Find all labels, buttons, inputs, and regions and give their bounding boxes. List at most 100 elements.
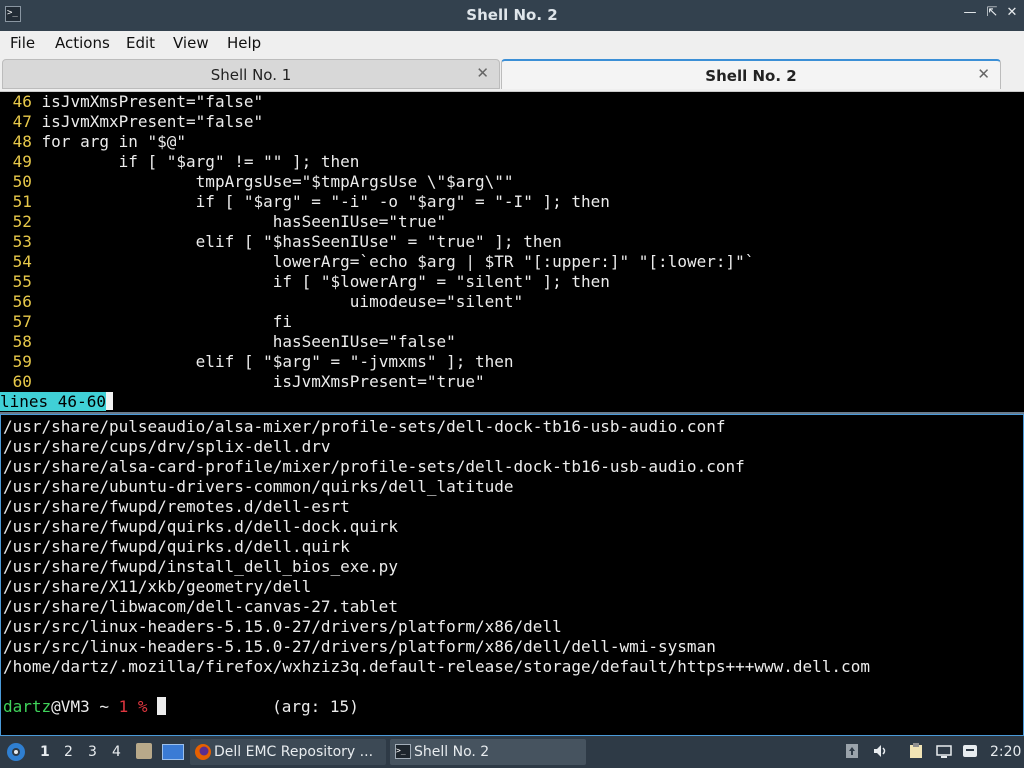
code-line: 48 for arg in "$@" — [3, 132, 186, 152]
line-text: isJvmXmsPresent="true" — [41, 372, 485, 391]
workspace-1[interactable]: 1 — [40, 744, 50, 760]
line-number: 58 — [12, 332, 32, 351]
pager-cursor — [105, 392, 113, 410]
clipboard-icon[interactable] — [908, 743, 924, 759]
output-line: /usr/share/alsa-card-profile/mixer/profi… — [3, 457, 745, 476]
line-text: if [ "$arg" != "" ]; then — [41, 152, 360, 171]
output-line: /usr/share/fwupd/install_dell_bios_exe.p… — [3, 557, 398, 576]
output-line: /usr/share/fwupd/remotes.d/dell-esrt — [3, 497, 350, 516]
line-text: hasSeenIUse="true" — [41, 212, 447, 231]
output-line: /usr/share/X11/xkb/geometry/dell — [3, 577, 312, 596]
workspace-2[interactable]: 2 — [64, 744, 73, 760]
line-number: 55 — [12, 272, 32, 291]
window-titlebar: >_ Shell No. 2 — ⇱ ✕ — [0, 0, 1024, 31]
tab-shell-2[interactable]: Shell No. 2 ✕ — [501, 59, 1001, 89]
close-tab-icon[interactable]: ✕ — [977, 65, 990, 83]
line-number: 50 — [12, 172, 32, 191]
line-text: for arg in "$@" — [41, 132, 187, 151]
minimize-icon[interactable]: — — [962, 5, 978, 23]
code-line: 58 hasSeenIUse="false" — [3, 332, 456, 352]
line-number: 46 — [12, 92, 32, 111]
code-line: 60 isJvmXmsPresent="true" — [3, 372, 485, 392]
shell-prompt[interactable]: dartz@VM3 ~ 1 % (arg: 15) — [3, 697, 359, 717]
output-line: /usr/src/linux-headers-5.15.0-27/drivers… — [3, 617, 562, 636]
line-text: fi — [41, 312, 292, 331]
line-number: 59 — [12, 352, 32, 371]
menu-actions[interactable]: Actions — [55, 34, 110, 52]
tab-bar: Shell No. 1 ✕ Shell No. 2 ✕ — [0, 57, 1024, 92]
network-icon[interactable] — [936, 743, 952, 759]
line-text: isJvmXmsPresent="false" — [41, 92, 264, 111]
code-line: 56 uimodeuse="silent" — [3, 292, 524, 312]
line-number: 53 — [12, 232, 32, 251]
tab-label: Shell No. 2 — [705, 67, 797, 85]
line-number: 52 — [12, 212, 32, 231]
line-text: elif [ "$hasSeenIUse" = "true" ]; then — [41, 232, 562, 251]
menu-view[interactable]: View — [173, 34, 209, 52]
menu-file[interactable]: File — [10, 34, 35, 52]
output-line: /usr/src/linux-headers-5.15.0-27/drivers… — [3, 637, 716, 656]
updates-icon[interactable] — [844, 743, 860, 759]
volume-icon[interactable] — [872, 743, 888, 759]
workspace-3[interactable]: 3 — [88, 744, 97, 760]
output-line: /usr/share/cups/drv/splix-dell.drv — [3, 437, 331, 456]
line-number: 48 — [12, 132, 32, 151]
desktop-icon[interactable] — [162, 744, 184, 760]
prompt-exit-code: 1 — [118, 697, 129, 716]
code-line: 47 isJvmXmxPresent="false" — [3, 112, 263, 132]
notifications-icon[interactable] — [962, 743, 978, 759]
terminal-pane-bottom[interactable]: /usr/share/pulseaudio/alsa-mixer/profile… — [0, 414, 1024, 736]
line-number: 47 — [12, 112, 32, 131]
line-text: isJvmXmxPresent="false" — [41, 112, 264, 131]
taskbar: 1 2 3 4 Dell EMC Repository ... >_ Shell… — [0, 736, 1024, 768]
line-text: lowerArg=`echo $arg | $TR "[:upper:]" "[… — [41, 252, 755, 271]
output-line: /usr/share/libwacom/dell-canvas-27.table… — [3, 597, 398, 616]
window-title: Shell No. 2 — [466, 6, 558, 24]
tab-label: Shell No. 1 — [210, 66, 292, 84]
pager-status: lines 46-60 — [0, 392, 113, 412]
code-line: 50 tmpArgsUse="$tmpArgsUse \"$arg\"" — [3, 172, 514, 192]
menubar: File Actions Edit View Help — [0, 31, 1024, 57]
line-number: 60 — [12, 372, 32, 391]
menu-edit[interactable]: Edit — [126, 34, 155, 52]
line-text: hasSeenIUse="false" — [41, 332, 456, 351]
prompt-symbol: % — [128, 697, 158, 716]
tab-shell-1[interactable]: Shell No. 1 ✕ — [2, 59, 500, 89]
clock: 2:20 — [990, 744, 1022, 760]
line-text: uimodeuse="silent" — [41, 292, 524, 311]
menu-help[interactable]: Help — [227, 34, 261, 52]
task-shell[interactable]: >_ Shell No. 2 — [390, 739, 586, 765]
arg-hint: (arg: 15) — [272, 697, 359, 716]
line-number: 51 — [12, 192, 32, 211]
code-line: 54 lowerArg=`echo $arg | $TR "[:upper:]"… — [3, 252, 755, 272]
file-manager-icon[interactable] — [136, 743, 152, 759]
task-firefox[interactable]: Dell EMC Repository ... — [190, 739, 386, 765]
start-menu-icon[interactable] — [6, 742, 26, 762]
maximize-icon[interactable]: ⇱ — [984, 5, 1000, 23]
prompt-host: @VM3 ~ — [51, 697, 119, 716]
terminal-pane-top[interactable]: 46 isJvmXmsPresent="false" 47 isJvmXmxPr… — [0, 92, 1024, 412]
line-number: 56 — [12, 292, 32, 311]
code-line: 49 if [ "$arg" != "" ]; then — [3, 152, 360, 172]
code-line: 59 elif [ "$arg" = "-jvmxms" ]; then — [3, 352, 514, 372]
code-line: 46 isJvmXmsPresent="false" — [3, 92, 263, 112]
output-line: /usr/share/fwupd/quirks.d/dell-dock.quir… — [3, 517, 398, 536]
close-icon[interactable]: ✕ — [1004, 5, 1020, 23]
line-number: 49 — [12, 152, 32, 171]
close-tab-icon[interactable]: ✕ — [476, 64, 489, 82]
firefox-icon — [195, 744, 211, 760]
output-line: /usr/share/pulseaudio/alsa-mixer/profile… — [3, 417, 726, 436]
line-text: if [ "$arg" = "-i" -o "$arg" = "-I" ]; t… — [41, 192, 610, 211]
line-number: 54 — [12, 252, 32, 271]
line-number: 57 — [12, 312, 32, 331]
output-line: /home/dartz/.mozilla/firefox/wxhziz3q.de… — [3, 657, 870, 676]
workspace-4[interactable]: 4 — [112, 744, 121, 760]
line-text: if [ "$lowerArg" = "silent" ]; then — [41, 272, 610, 291]
pager-status-label: lines 46-60 — [0, 392, 106, 411]
prompt-user: dartz — [3, 697, 52, 716]
text-cursor — [157, 697, 167, 715]
output-line: /usr/share/fwupd/quirks.d/dell.quirk — [3, 537, 350, 556]
code-line: 53 elif [ "$hasSeenIUse" = "true" ]; the… — [3, 232, 562, 252]
task-label: Shell No. 2 — [414, 744, 490, 760]
code-line: 55 if [ "$lowerArg" = "silent" ]; then — [3, 272, 610, 292]
